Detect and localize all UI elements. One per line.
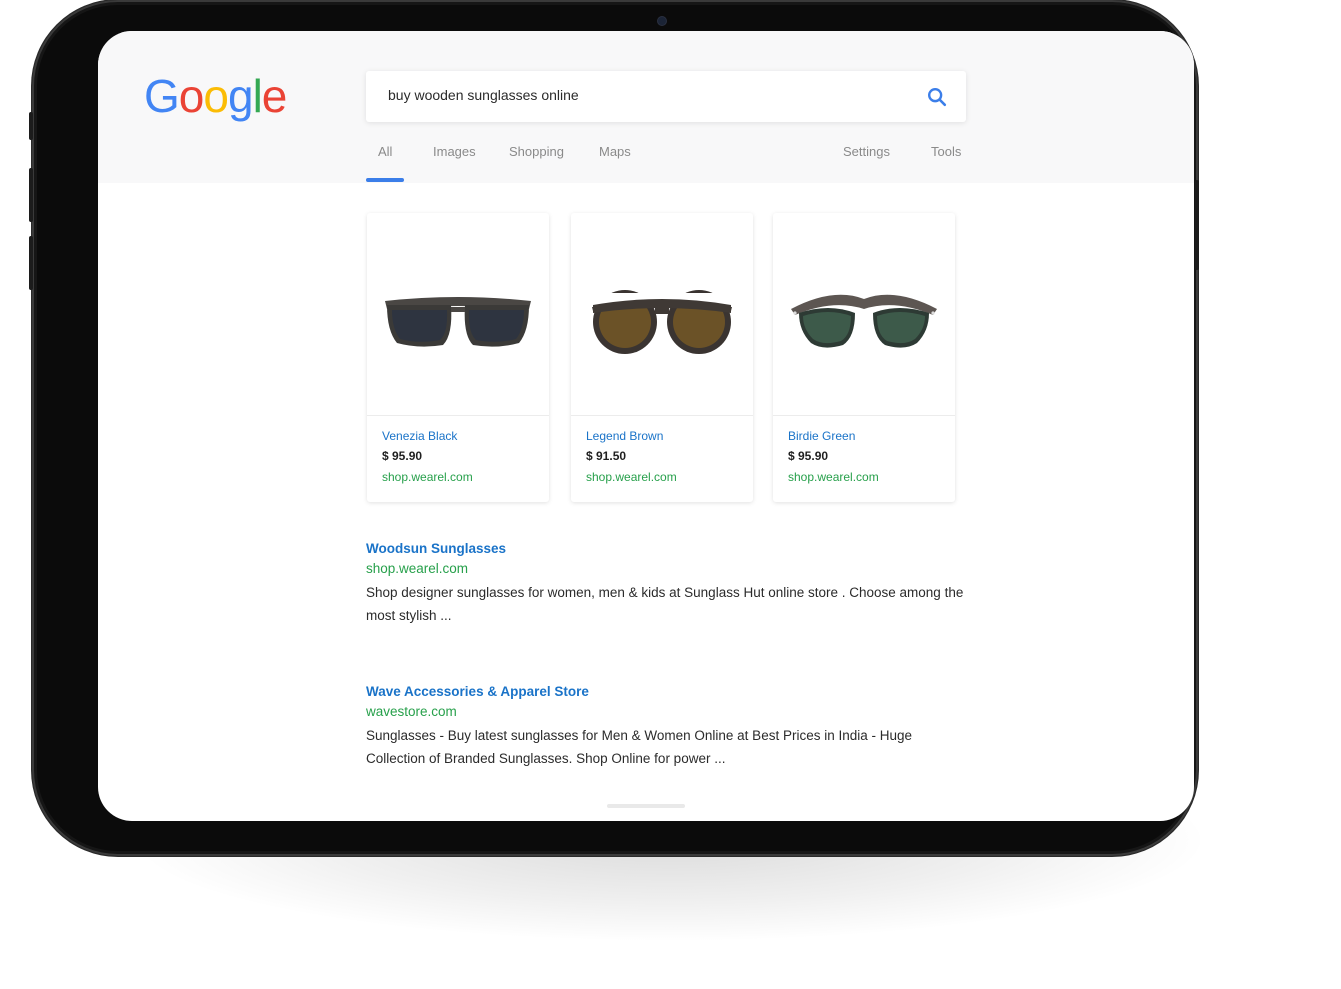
product-price: $ 95.90: [382, 449, 423, 463]
sunglasses-image: [385, 297, 531, 347]
google-logo[interactable]: Google: [144, 69, 288, 123]
card-divider: [773, 415, 955, 416]
tab-shopping[interactable]: Shopping: [509, 144, 564, 159]
logo-letter: l: [252, 70, 263, 122]
volume-down-button: [29, 236, 33, 290]
home-indicator[interactable]: [607, 804, 685, 808]
product-domain[interactable]: shop.wearel.com: [586, 470, 677, 484]
active-tab-indicator: [366, 178, 404, 182]
product-name[interactable]: Venezia Black: [382, 429, 457, 443]
product-price: $ 91.50: [586, 449, 627, 463]
volume-up-button: [29, 168, 33, 222]
product-card[interactable]: Venezia Black $ 95.90 shop.wearel.com: [367, 213, 549, 502]
tab-settings[interactable]: Settings: [843, 144, 890, 159]
search-icon[interactable]: [926, 86, 948, 108]
result-url[interactable]: shop.wearel.com: [366, 559, 966, 579]
side-button: [29, 112, 33, 140]
product-domain[interactable]: shop.wearel.com: [788, 470, 879, 484]
search-header: Google buy wooden sunglasses online All …: [98, 31, 1194, 183]
tab-maps[interactable]: Maps: [599, 144, 631, 159]
power-button: [1195, 180, 1199, 270]
result-url[interactable]: wavestore.com: [366, 702, 966, 722]
tab-all[interactable]: All: [378, 144, 392, 159]
result-title-link[interactable]: Woodsun Sunglasses: [366, 539, 966, 559]
search-result: Woodsun Sunglasses shop.wearel.com Shop …: [366, 539, 966, 627]
product-name[interactable]: Legend Brown: [586, 429, 663, 443]
tablet-frame: Google buy wooden sunglasses online All …: [29, 0, 1199, 856]
tab-tools[interactable]: Tools: [931, 144, 961, 159]
logo-letter: o: [203, 70, 229, 122]
sunglasses-image: [791, 294, 937, 348]
product-name[interactable]: Birdie Green: [788, 429, 855, 443]
search-box[interactable]: buy wooden sunglasses online: [366, 71, 966, 122]
search-input[interactable]: buy wooden sunglasses online: [388, 87, 579, 103]
browser-screen: Google buy wooden sunglasses online All …: [98, 31, 1194, 821]
product-card[interactable]: Legend Brown $ 91.50 shop.wearel.com: [571, 213, 753, 502]
logo-letter: G: [144, 70, 180, 122]
front-camera: [658, 17, 666, 25]
logo-letter: o: [178, 70, 205, 122]
tab-images[interactable]: Images: [433, 144, 476, 159]
result-snippet: Shop designer sunglasses for women, men …: [366, 585, 964, 623]
card-divider: [367, 415, 549, 416]
search-result: Wave Accessories & Apparel Store wavesto…: [366, 682, 966, 770]
logo-letter: e: [261, 70, 288, 122]
logo-letter: g: [227, 70, 254, 122]
sunglasses-image: [591, 290, 733, 354]
product-domain[interactable]: shop.wearel.com: [382, 470, 473, 484]
product-price: $ 95.90: [788, 449, 829, 463]
product-card[interactable]: Birdie Green $ 95.90 shop.wearel.com: [773, 213, 955, 502]
result-snippet: Sunglasses - Buy latest sunglasses for M…: [366, 728, 913, 766]
card-divider: [571, 415, 753, 416]
result-title-link[interactable]: Wave Accessories & Apparel Store: [366, 682, 966, 702]
